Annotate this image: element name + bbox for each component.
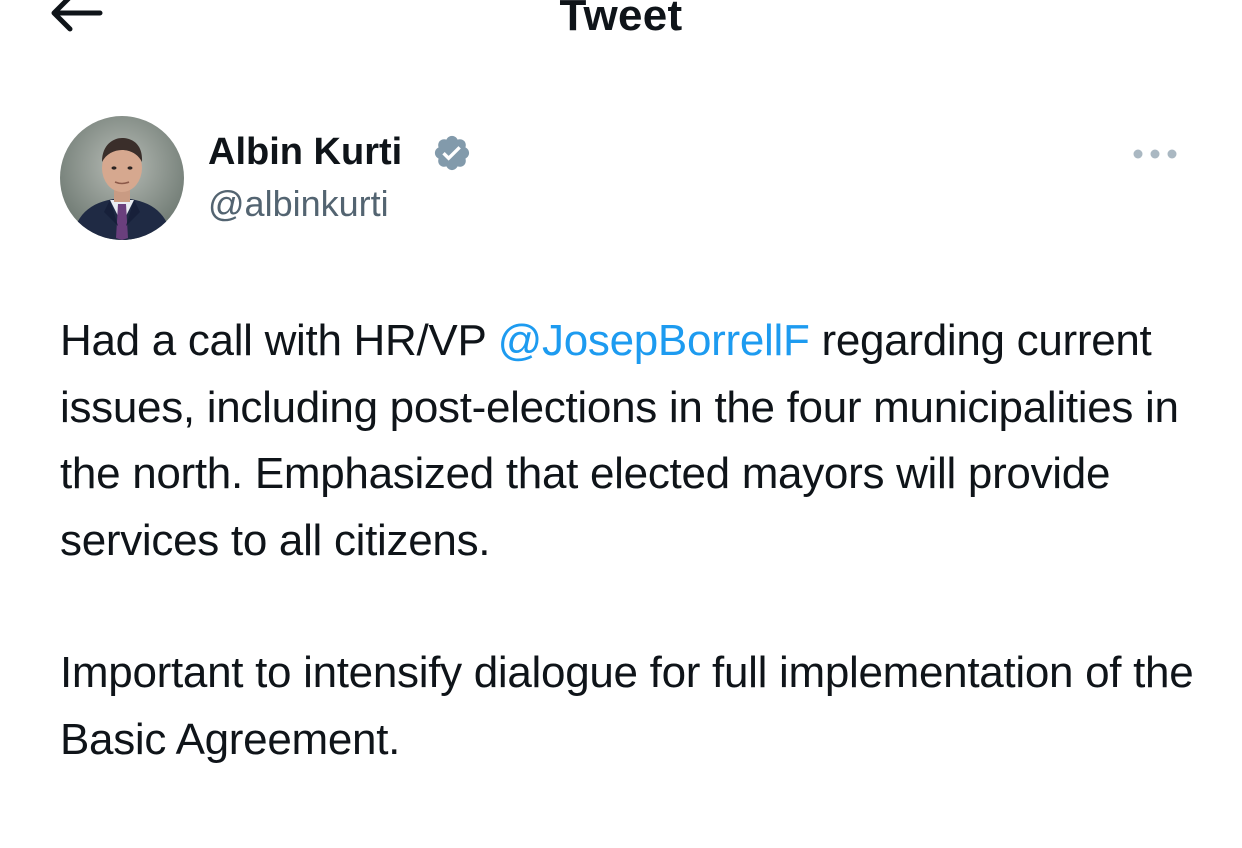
display-name[interactable]: Albin Kurti [208,128,402,176]
handle[interactable]: @albinkurti [208,181,389,227]
tweet-text: Had a call with HR/VP @JosepBorrellF reg… [60,308,1210,773]
mention-link[interactable]: @JosepBorrellF [498,316,810,365]
more-options-icon [1133,149,1177,159]
tweet-text-segment: Had a call with HR/VP [60,316,498,365]
page-title: Tweet [559,0,683,40]
more-options-button[interactable] [1130,140,1180,168]
tweet-paragraph: Important to intensify dialogue for full… [60,648,1194,764]
tweet-detail-page: Tweet Albin Kurti @albinkurti Had a call… [0,0,1242,848]
verified-badge-icon [432,133,472,173]
avatar[interactable] [60,116,184,240]
tweet-paragraph: Had a call with HR/VP @JosepBorrellF reg… [60,308,1210,574]
